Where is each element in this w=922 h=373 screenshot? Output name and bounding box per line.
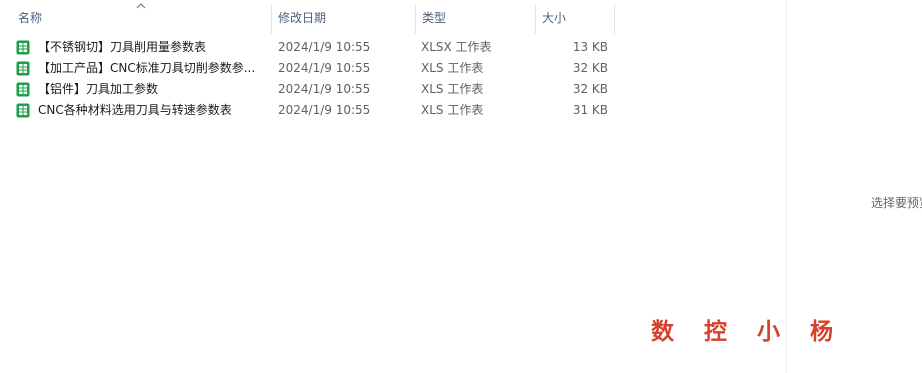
file-type: XLS 工作表 (421, 61, 484, 75)
column-divider[interactable] (614, 4, 615, 34)
file-modified: 2024/1/9 10:55 (278, 40, 371, 54)
file-modified: 2024/1/9 10:55 (278, 103, 371, 117)
column-header-size[interactable]: 大小 (536, 0, 614, 36)
column-header-name[interactable]: 名称 (12, 0, 270, 36)
spreadsheet-icon (16, 61, 30, 76)
file-row[interactable]: CNC各种材料选用刀具与转速参数表 2024/1/9 10:55 XLS 工作表… (12, 100, 612, 121)
file-name: 【加工产品】CNC标准刀具切削参数参... (38, 61, 256, 75)
file-modified: 2024/1/9 10:55 (278, 82, 371, 96)
file-size: 13 KB (572, 40, 608, 54)
file-type: XLSX 工作表 (421, 40, 492, 54)
file-row[interactable]: 【不锈钢切】刀具削用量参数表 2024/1/9 10:55 XLSX 工作表 1… (12, 37, 612, 58)
file-name: 【铝件】刀具加工参数 (38, 82, 159, 96)
file-modified: 2024/1/9 10:55 (278, 61, 371, 75)
column-header-type[interactable]: 类型 (416, 0, 535, 36)
file-explorer-window: 名称 修改日期 类型 大小 【不锈钢切】刀具削用量参数表 2024/1/9 10… (0, 0, 922, 373)
file-name: 【不锈钢切】刀具削用量参数表 (38, 40, 207, 54)
watermark-text: 数控小杨 (651, 318, 863, 345)
preview-pane-message: 选择要预览 (871, 196, 922, 210)
file-size: 31 KB (572, 103, 608, 117)
file-name: CNC各种材料选用刀具与转速参数表 (38, 103, 232, 117)
file-type: XLS 工作表 (421, 82, 484, 96)
file-size: 32 KB (572, 82, 608, 96)
spreadsheet-icon (16, 40, 30, 55)
column-header-bar: 名称 修改日期 类型 大小 (0, 0, 616, 36)
file-size: 32 KB (572, 61, 608, 75)
spreadsheet-icon (16, 82, 30, 97)
file-type: XLS 工作表 (421, 103, 484, 117)
file-row[interactable]: 【加工产品】CNC标准刀具切削参数参... 2024/1/9 10:55 XLS… (12, 58, 612, 79)
file-row[interactable]: 【铝件】刀具加工参数 2024/1/9 10:55 XLS 工作表 32 KB (12, 79, 612, 100)
spreadsheet-icon (16, 103, 30, 118)
column-header-modified[interactable]: 修改日期 (272, 0, 415, 36)
